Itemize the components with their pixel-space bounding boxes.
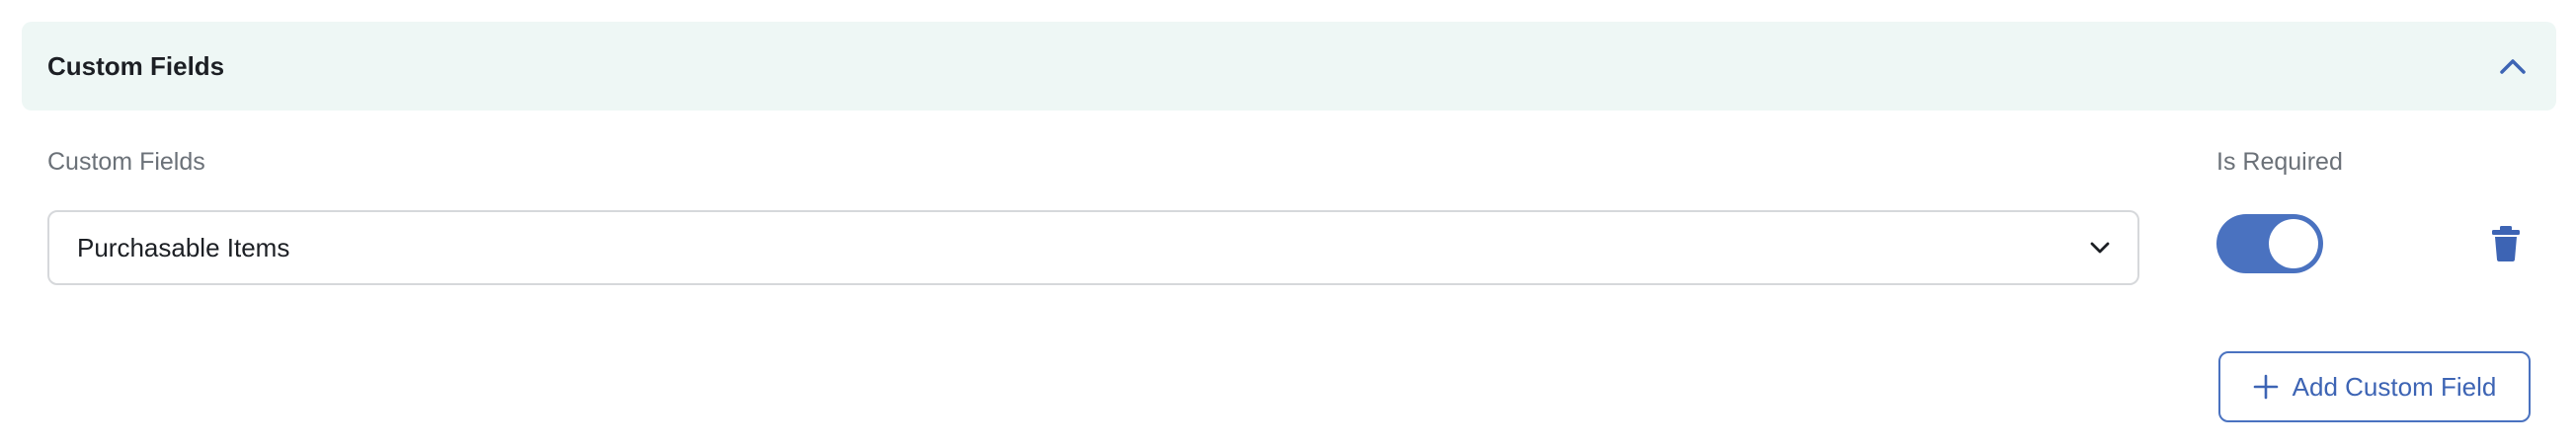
- chevron-down-icon: [2086, 234, 2114, 261]
- custom-fields-section-header[interactable]: Custom Fields: [22, 22, 2556, 111]
- toggle-knob: [2269, 219, 2318, 268]
- is-required-toggle[interactable]: [2216, 214, 2323, 273]
- custom-fields-column-label: Custom Fields: [47, 148, 205, 176]
- is-required-column-label: Is Required: [2216, 148, 2343, 176]
- chevron-up-icon[interactable]: [2491, 44, 2535, 88]
- custom-field-select-value: Purchasable Items: [77, 232, 290, 262]
- custom-field-select[interactable]: Purchasable Items: [47, 210, 2139, 285]
- custom-fields-panel: Custom Fields Custom Fields Is Required …: [0, 0, 2576, 446]
- section-title: Custom Fields: [47, 50, 225, 81]
- trash-icon[interactable]: [2489, 225, 2523, 262]
- add-custom-field-button[interactable]: Add Custom Field: [2218, 351, 2531, 422]
- add-custom-field-label: Add Custom Field: [2292, 371, 2497, 402]
- plus-icon: [2253, 374, 2279, 400]
